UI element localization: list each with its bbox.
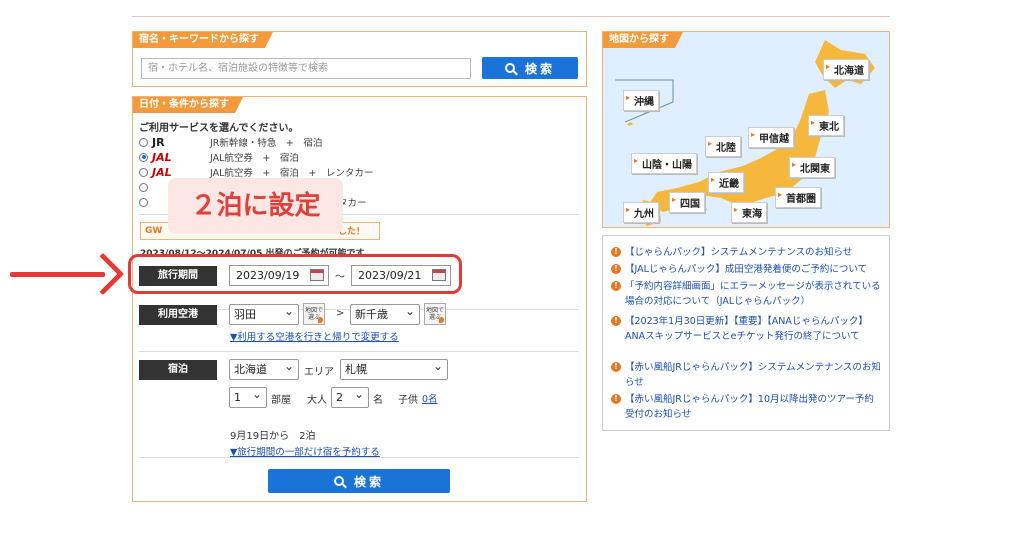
keyword-search-label: 検索	[524, 61, 555, 76]
top-divider	[132, 16, 890, 17]
annotation-callout: ２泊に設定	[168, 178, 343, 234]
service-text-jal: JAL航空券 + 宿泊	[210, 153, 299, 164]
airport-to-map-button[interactable]: 地図で選ぶ	[424, 303, 446, 325]
airport-from-select[interactable]: 羽田	[229, 302, 299, 325]
prefecture-select[interactable]: 北海道	[229, 357, 299, 380]
pin-icon	[318, 317, 323, 323]
map-panel: 地図から探す 北海道 沖縄 東北 甲信越 北陸 山陰・山陽 北関東 近畿 首都圏…	[602, 31, 890, 228]
child-count-link[interactable]: 0名	[422, 391, 438, 405]
keyword-tab: 宿名・キーワードから探す	[133, 32, 273, 48]
search-icon	[504, 63, 515, 73]
rooms-unit: 部屋	[271, 395, 291, 406]
airport-label: 利用空港	[139, 305, 217, 325]
service-option-jal-rental[interactable]: JAL JAL航空券 + 宿泊 + レンタカー	[139, 165, 373, 179]
news-text: 【JALじゃらんパック】成田空港発着便のご予約について	[625, 264, 868, 275]
adults-select[interactable]: 2	[331, 385, 369, 408]
area-label: エリア	[304, 367, 334, 378]
news-item[interactable]: ! 【じゃらんパック】システムメンテナンスのお知らせ	[611, 245, 883, 260]
annotation-highlight	[128, 254, 462, 294]
partial-stay-link[interactable]: ▼旅行期間の一部だけ宿を予約する	[230, 444, 380, 458]
service-option-4[interactable]	[139, 180, 152, 194]
alert-icon: !	[611, 362, 621, 372]
conditions-panel: 日付・条件から探す ご利用サービスを選んでください。 JR JR新幹線・特急 +…	[132, 96, 587, 502]
news-text: 「予約内容詳細画面」にエラーメッセージが表示されている場合の対応について（JAL…	[625, 281, 881, 307]
airport-from-map-button[interactable]: 地図で選ぶ	[303, 303, 325, 325]
region-okinawa[interactable]: 沖縄	[623, 90, 659, 111]
region-shikoku[interactable]: 四国	[669, 192, 705, 213]
region-kyushu[interactable]: 九州	[623, 202, 659, 223]
news-text: 【赤い風船JRじゃらんパック】10月以降出発のツアー予約受付のお知らせ	[625, 394, 874, 420]
service-option-jr[interactable]: JR JR新幹線・特急 + 宿泊	[139, 135, 322, 149]
news-list: ! 【じゃらんパック】システムメンテナンスのお知らせ ! 【JALじゃらんパック】成…	[602, 235, 890, 431]
stay-summary: 9月19日から 2泊	[230, 431, 316, 442]
conditions-search-button[interactable]: 検索	[268, 469, 450, 493]
adult-unit: 名	[373, 395, 383, 406]
alert-icon: !	[611, 264, 621, 274]
jal-logo: JAL	[152, 165, 172, 179]
news-item[interactable]: ! 【JALじゃらんパック】成田空港発着便のご予約について	[611, 262, 883, 277]
airport-arrow: >	[336, 308, 345, 319]
keyword-search-button[interactable]: 検索	[482, 57, 578, 79]
radio-jr[interactable]	[139, 137, 148, 147]
keyword-input[interactable]: 宿・ホテル名、宿泊施設の特徴等で検索	[141, 58, 471, 79]
news-item[interactable]: ! 「予約内容詳細画面」にエラーメッセージが表示されている場合の対応について（JA…	[611, 279, 883, 309]
region-tohoku[interactable]: 東北	[808, 115, 844, 136]
rooms-select[interactable]: 1	[229, 385, 267, 408]
airport-to-select[interactable]: 新千歳	[350, 302, 420, 325]
search-icon	[333, 476, 344, 486]
service-option-jal[interactable]: JAL JAL航空券 + 宿泊	[139, 150, 299, 164]
news-text: 【じゃらんパック】システムメンテナンスのお知らせ	[625, 247, 853, 258]
area-select[interactable]: 札幌	[340, 357, 448, 380]
child-label: 子供	[398, 395, 418, 406]
service-title: ご利用サービスを選んでください。	[139, 123, 299, 134]
radio-jal[interactable]	[139, 152, 148, 162]
conditions-search-label: 検索	[353, 474, 384, 489]
region-shutoken[interactable]: 首都圏	[775, 187, 821, 208]
region-tokai[interactable]: 東海	[731, 202, 767, 223]
region-kitakanto[interactable]: 北関東	[789, 157, 835, 178]
news-text: 【赤い風船JRじゃらんパック】システムメンテナンスのお知らせ	[625, 362, 881, 388]
airport-change-link[interactable]: ▼利用する空港を行きと帰りで変更する	[230, 329, 399, 343]
stay-label: 宿泊	[139, 360, 217, 380]
conditions-tab: 日付・条件から探す	[133, 97, 243, 113]
alert-icon: !	[611, 316, 621, 326]
radio-4[interactable]	[139, 182, 148, 192]
keyword-search-panel: 宿名・キーワードから探す 宿・ホテル名、宿泊施設の特徴等で検索 検索	[132, 31, 587, 87]
alert-icon: !	[611, 394, 621, 404]
region-hokkaido[interactable]: 北海道	[823, 59, 869, 80]
news-item[interactable]: ! 【2023年1月30日更新】【重要】【ANAじゃらんパック】ANAスキップサー…	[611, 314, 883, 344]
jr-logo: JR	[152, 135, 165, 149]
adult-label: 大人	[307, 395, 327, 406]
news-item[interactable]: ! 【赤い風船JRじゃらんパック】システムメンテナンスのお知らせ	[611, 360, 883, 390]
region-koshinetsu[interactable]: 甲信越	[748, 127, 794, 148]
region-hokuriku[interactable]: 北陸	[705, 136, 741, 157]
service-text-jal-rental: JAL航空券 + 宿泊 + レンタカー	[210, 168, 374, 179]
annotation-arrow-head	[81, 252, 125, 296]
jal-logo: JAL	[152, 150, 172, 164]
region-kinki[interactable]: 近畿	[708, 172, 744, 193]
news-text: 【2023年1月30日更新】【重要】【ANAじゃらんパック】ANAスキップサービ…	[625, 316, 868, 342]
radio-5[interactable]	[139, 197, 148, 207]
region-sanin-sanyo[interactable]: 山陰・山陽	[631, 153, 697, 174]
alert-icon: !	[611, 247, 621, 257]
divider	[139, 351, 579, 352]
news-item[interactable]: ! 【赤い風船JRじゃらんパック】10月以降出発のツアー予約受付のお知らせ	[611, 392, 883, 422]
page: 宿名・キーワードから探す 宿・ホテル名、宿泊施設の特徴等で検索 検索 日付・条件…	[0, 0, 1024, 538]
alert-icon: !	[611, 281, 621, 291]
pin-icon	[439, 317, 444, 323]
radio-jal-rental[interactable]	[139, 167, 148, 177]
service-text-jr: JR新幹線・特急 + 宿泊	[210, 138, 323, 149]
